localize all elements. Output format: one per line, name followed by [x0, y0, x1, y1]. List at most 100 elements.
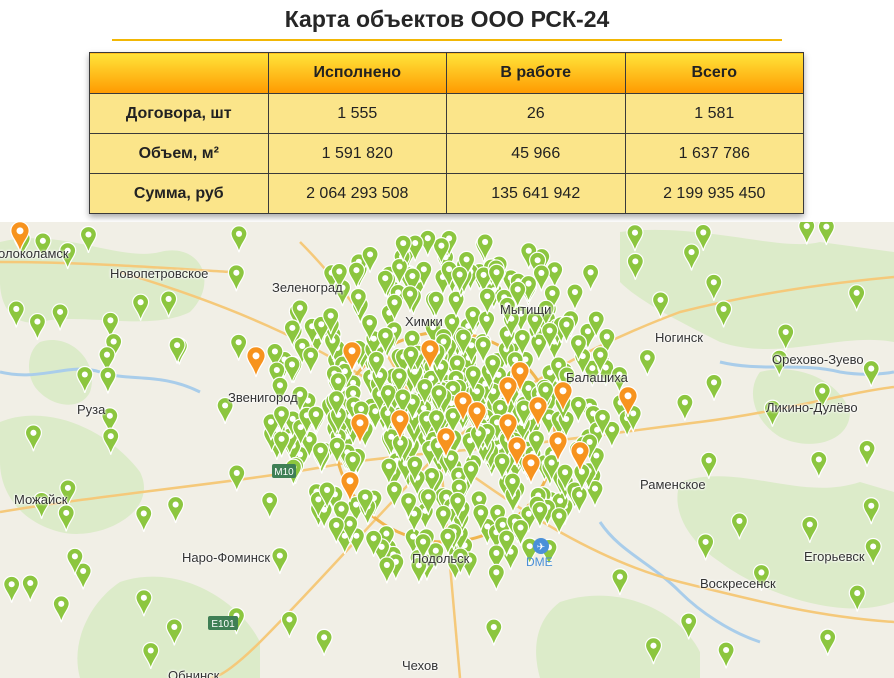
table-header-corner [89, 52, 269, 94]
marker-dot [440, 338, 447, 345]
marker-done-icon[interactable] [651, 291, 670, 319]
marker-done-icon[interactable] [717, 641, 735, 669]
marker-dot [425, 493, 432, 500]
marker-dot [597, 351, 604, 358]
marker-dot [137, 299, 144, 306]
marker-dot [463, 256, 470, 263]
marker-dot [233, 269, 240, 276]
marker-done-icon[interactable] [566, 283, 584, 311]
stats-table: Исполнено В работе Всего Договора, шт 1 … [89, 52, 804, 214]
marker-dot [171, 623, 178, 630]
marker-done-icon[interactable] [99, 366, 117, 394]
marker-dot [324, 486, 331, 493]
marker-dot [333, 521, 340, 529]
marker-done-icon[interactable] [810, 450, 828, 478]
marker-dot [333, 442, 341, 449]
marker-dot [630, 410, 637, 417]
marker-dot [494, 509, 501, 516]
marker-done-icon[interactable] [611, 568, 629, 596]
marker-dot [548, 459, 555, 466]
marker-done-icon[interactable] [302, 346, 320, 374]
marker-dot [391, 299, 398, 306]
marker-done-icon[interactable] [485, 618, 503, 646]
city-label-volokolamsk: олоколамск [0, 246, 69, 261]
marker-dot [736, 517, 743, 524]
marker-done-icon[interactable] [271, 547, 289, 575]
marker-done-icon[interactable] [315, 628, 333, 656]
marker-done-icon[interactable] [51, 303, 69, 331]
marker-dot [438, 242, 445, 249]
marker-done-icon[interactable] [862, 360, 880, 388]
marker-dot [358, 405, 365, 412]
marker-done-icon[interactable] [347, 261, 366, 289]
marker-done-icon[interactable] [819, 628, 837, 656]
marker-done-icon[interactable] [52, 595, 70, 623]
marker-dot [470, 370, 477, 377]
marker-dot [407, 350, 414, 357]
marker-dot [453, 296, 460, 303]
marker-done-icon[interactable] [28, 313, 47, 341]
marker-done-icon[interactable] [570, 485, 588, 513]
marker-dot [355, 293, 362, 300]
marker-dot [473, 388, 481, 395]
marker-dot [563, 321, 570, 328]
marker-dot [559, 387, 567, 395]
marker-done-icon[interactable] [487, 563, 505, 591]
marker-dot [106, 412, 113, 419]
marker-done-icon[interactable] [228, 464, 246, 492]
marker-done-icon[interactable] [261, 491, 279, 519]
marker-dot [516, 367, 524, 375]
marker-dot [575, 401, 582, 408]
marker-done-icon[interactable] [7, 300, 25, 328]
marker-dot [586, 438, 593, 445]
table-cell: 1 637 786 [624, 133, 804, 174]
marker-done-icon[interactable] [476, 233, 494, 261]
marker-dot [480, 271, 487, 278]
marker-done-icon[interactable] [705, 373, 723, 401]
marker-done-icon[interactable] [378, 556, 396, 584]
map-view[interactable]: E101 M10 ✈ DME олоколамск Новопетровское… [0, 222, 894, 678]
marker-dot [353, 267, 360, 274]
marker-done-icon[interactable] [550, 507, 568, 535]
marker-dot [318, 321, 325, 328]
table-row: Договора, шт 1 555 26 1 581 [89, 93, 804, 134]
marker-done-icon[interactable] [230, 225, 248, 253]
marker-done-icon[interactable] [478, 287, 496, 315]
marker-done-icon[interactable] [21, 574, 39, 602]
marker-dot [477, 509, 484, 516]
marker-done-icon[interactable] [582, 263, 600, 291]
city-label-egorievsk: Егорьевск [804, 549, 865, 564]
map-layer: E101 M10 ✈ DME [0, 222, 894, 678]
marker-done-icon[interactable] [230, 333, 248, 361]
table-header-done: Исполнено [267, 52, 447, 94]
marker-done-icon[interactable] [168, 336, 186, 364]
marker-dot [288, 361, 296, 368]
marker-done-icon[interactable] [3, 575, 21, 603]
marker-done-icon[interactable] [676, 393, 694, 421]
marker-in-progress-icon[interactable] [246, 346, 266, 378]
marker-done-icon[interactable] [700, 451, 718, 479]
road-shield-m10: M10 [272, 464, 296, 478]
marker-dot [420, 266, 427, 273]
marker-dot [411, 460, 418, 468]
marker-dot [350, 390, 357, 397]
marker-done-icon[interactable] [227, 264, 245, 292]
page-title: Карта объектов ООО РСК-24 [284, 6, 610, 32]
marker-in-progress-icon[interactable] [521, 453, 541, 485]
marker-dot [385, 389, 392, 396]
marker-dot [576, 491, 583, 498]
city-label-mytishchi: Мытищи [500, 302, 552, 317]
marker-dot [819, 387, 826, 394]
marker-dot [409, 272, 416, 280]
marker-dot [868, 502, 875, 509]
marker-done-icon[interactable] [280, 610, 299, 638]
marker-done-icon[interactable] [858, 439, 876, 467]
marker-done-icon[interactable] [283, 355, 301, 383]
marker-done-icon[interactable] [167, 496, 185, 524]
marker-dot [705, 457, 712, 464]
marker-done-icon[interactable] [638, 349, 656, 377]
marker-dot [449, 385, 456, 392]
marker-dot [489, 359, 496, 366]
marker-done-icon[interactable] [697, 533, 715, 561]
marker-done-icon[interactable] [135, 504, 153, 532]
